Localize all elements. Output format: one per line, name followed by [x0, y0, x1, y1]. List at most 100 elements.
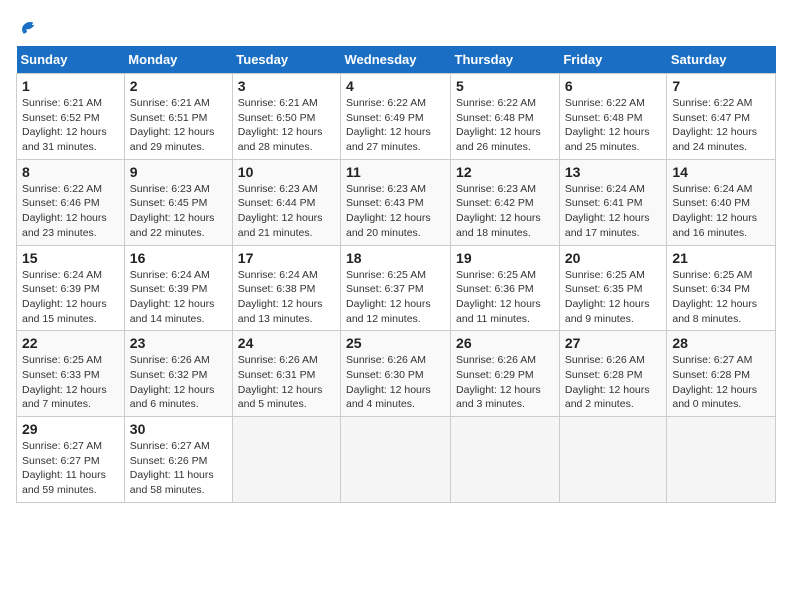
day-detail: Sunrise: 6:26 AM Sunset: 6:30 PM Dayligh…	[346, 353, 445, 412]
day-number: 13	[565, 164, 662, 180]
day-detail: Sunrise: 6:25 AM Sunset: 6:37 PM Dayligh…	[346, 268, 445, 327]
calendar-cell: 17Sunrise: 6:24 AM Sunset: 6:38 PM Dayli…	[232, 245, 340, 331]
day-detail: Sunrise: 6:21 AM Sunset: 6:52 PM Dayligh…	[22, 96, 119, 155]
calendar-cell: 15 Sunrise: 6:24 AM Sunset: 6:39 PM Dayli…	[17, 245, 125, 331]
calendar-cell: 18 Sunrise: 6:25 AM Sunset: 6:37 PM Dayli…	[341, 245, 451, 331]
day-detail: Sunrise: 6:26 AM Sunset: 6:32 PM Dayligh…	[130, 353, 227, 412]
calendar-cell: 1 Sunrise: 6:21 AM Sunset: 6:52 PM Daylig…	[17, 74, 125, 160]
day-detail: Sunrise: 6:22 AM Sunset: 6:46 PM Dayligh…	[22, 182, 119, 241]
day-number: 16	[130, 250, 227, 266]
day-number: 18	[346, 250, 445, 266]
calendar-week-4: 22 Sunrise: 6:25 AM Sunset: 6:33 PM Dayli…	[17, 331, 776, 417]
logo-bird-icon	[18, 16, 40, 38]
day-detail: Sunrise: 6:26 AM Sunset: 6:29 PM Dayligh…	[456, 353, 554, 412]
day-number: 30	[130, 421, 227, 437]
day-detail: Sunrise: 6:23 AM Sunset: 6:45 PM Dayligh…	[130, 182, 227, 241]
calendar-cell	[451, 417, 560, 503]
weekday-header-wednesday: Wednesday	[341, 46, 451, 74]
calendar-cell	[559, 417, 667, 503]
day-number: 5	[456, 78, 554, 94]
day-detail: Sunrise: 6:25 AM Sunset: 6:33 PM Dayligh…	[22, 353, 119, 412]
day-number: 11	[346, 164, 445, 180]
calendar-cell	[232, 417, 340, 503]
header	[16, 16, 776, 34]
weekday-header-sunday: Sunday	[17, 46, 125, 74]
calendar-cell: 28 Sunrise: 6:27 AM Sunset: 6:28 PM Dayli…	[667, 331, 776, 417]
calendar-week-1: 1 Sunrise: 6:21 AM Sunset: 6:52 PM Daylig…	[17, 74, 776, 160]
calendar-cell: 3 Sunrise: 6:21 AM Sunset: 6:50 PM Daylig…	[232, 74, 340, 160]
day-detail: Sunrise: 6:25 AM Sunset: 6:34 PM Dayligh…	[672, 268, 770, 327]
calendar-cell: 24 Sunrise: 6:26 AM Sunset: 6:31 PM Dayli…	[232, 331, 340, 417]
day-detail: Sunrise: 6:21 AM Sunset: 6:50 PM Dayligh…	[238, 96, 335, 155]
day-number: 20	[565, 250, 662, 266]
calendar-cell: 12Sunrise: 6:23 AM Sunset: 6:42 PM Dayli…	[451, 159, 560, 245]
day-detail: Sunrise: 6:24 AM Sunset: 6:40 PM Dayligh…	[672, 182, 770, 241]
day-detail: Sunrise: 6:26 AM Sunset: 6:28 PM Dayligh…	[565, 353, 662, 412]
calendar-cell: 29 Sunrise: 6:27 AM Sunset: 6:27 PM Dayli…	[17, 417, 125, 503]
calendar-body: 1 Sunrise: 6:21 AM Sunset: 6:52 PM Daylig…	[17, 74, 776, 503]
day-detail: Sunrise: 6:24 AM Sunset: 6:39 PM Dayligh…	[22, 268, 119, 327]
day-detail: Sunrise: 6:21 AM Sunset: 6:51 PM Dayligh…	[130, 96, 227, 155]
calendar-cell: 25 Sunrise: 6:26 AM Sunset: 6:30 PM Dayli…	[341, 331, 451, 417]
day-detail: Sunrise: 6:26 AM Sunset: 6:31 PM Dayligh…	[238, 353, 335, 412]
day-number: 17	[238, 250, 335, 266]
calendar-header: SundayMondayTuesdayWednesdayThursdayFrid…	[17, 46, 776, 74]
day-number: 25	[346, 335, 445, 351]
day-number: 29	[22, 421, 119, 437]
day-number: 3	[238, 78, 335, 94]
calendar-cell: 19 Sunrise: 6:25 AM Sunset: 6:36 PM Dayli…	[451, 245, 560, 331]
calendar-week-3: 15 Sunrise: 6:24 AM Sunset: 6:39 PM Dayli…	[17, 245, 776, 331]
calendar-cell: 11 Sunrise: 6:23 AM Sunset: 6:43 PM Dayli…	[341, 159, 451, 245]
day-number: 28	[672, 335, 770, 351]
day-detail: Sunrise: 6:27 AM Sunset: 6:27 PM Dayligh…	[22, 439, 119, 498]
day-number: 22	[22, 335, 119, 351]
day-detail: Sunrise: 6:25 AM Sunset: 6:36 PM Dayligh…	[456, 268, 554, 327]
day-detail: Sunrise: 6:23 AM Sunset: 6:44 PM Dayligh…	[238, 182, 335, 241]
calendar-table: SundayMondayTuesdayWednesdayThursdayFrid…	[16, 46, 776, 503]
day-detail: Sunrise: 6:27 AM Sunset: 6:28 PM Dayligh…	[672, 353, 770, 412]
day-detail: Sunrise: 6:25 AM Sunset: 6:35 PM Dayligh…	[565, 268, 662, 327]
calendar-cell: 30 Sunrise: 6:27 AM Sunset: 6:26 PM Dayli…	[124, 417, 232, 503]
day-number: 2	[130, 78, 227, 94]
calendar-cell: 13 Sunrise: 6:24 AM Sunset: 6:41 PM Dayli…	[559, 159, 667, 245]
calendar-cell: 7 Sunrise: 6:22 AM Sunset: 6:47 PM Daylig…	[667, 74, 776, 160]
day-number: 1	[22, 78, 119, 94]
calendar-cell	[341, 417, 451, 503]
calendar-cell: 23 Sunrise: 6:26 AM Sunset: 6:32 PM Dayli…	[124, 331, 232, 417]
day-number: 4	[346, 78, 445, 94]
day-number: 19	[456, 250, 554, 266]
day-detail: Sunrise: 6:27 AM Sunset: 6:26 PM Dayligh…	[130, 439, 227, 498]
calendar-cell: 26 Sunrise: 6:26 AM Sunset: 6:29 PM Dayli…	[451, 331, 560, 417]
calendar-cell: 22 Sunrise: 6:25 AM Sunset: 6:33 PM Dayli…	[17, 331, 125, 417]
weekday-header-monday: Monday	[124, 46, 232, 74]
day-number: 10	[238, 164, 335, 180]
day-number: 21	[672, 250, 770, 266]
day-number: 27	[565, 335, 662, 351]
calendar-week-5: 29 Sunrise: 6:27 AM Sunset: 6:27 PM Dayli…	[17, 417, 776, 503]
day-detail: Sunrise: 6:22 AM Sunset: 6:47 PM Dayligh…	[672, 96, 770, 155]
calendar-cell: 4Sunrise: 6:22 AM Sunset: 6:49 PM Daylig…	[341, 74, 451, 160]
calendar-cell: 27 Sunrise: 6:26 AM Sunset: 6:28 PM Dayli…	[559, 331, 667, 417]
day-number: 24	[238, 335, 335, 351]
day-number: 26	[456, 335, 554, 351]
day-detail: Sunrise: 6:22 AM Sunset: 6:48 PM Dayligh…	[456, 96, 554, 155]
day-number: 15	[22, 250, 119, 266]
day-detail: Sunrise: 6:22 AM Sunset: 6:48 PM Dayligh…	[565, 96, 662, 155]
day-number: 6	[565, 78, 662, 94]
calendar-cell	[667, 417, 776, 503]
day-number: 14	[672, 164, 770, 180]
calendar-cell: 2 Sunrise: 6:21 AM Sunset: 6:51 PM Daylig…	[124, 74, 232, 160]
calendar-cell: 21 Sunrise: 6:25 AM Sunset: 6:34 PM Dayli…	[667, 245, 776, 331]
day-detail: Sunrise: 6:24 AM Sunset: 6:41 PM Dayligh…	[565, 182, 662, 241]
calendar-cell: 6 Sunrise: 6:22 AM Sunset: 6:48 PM Daylig…	[559, 74, 667, 160]
weekday-header-saturday: Saturday	[667, 46, 776, 74]
day-detail: Sunrise: 6:24 AM Sunset: 6:39 PM Dayligh…	[130, 268, 227, 327]
day-number: 7	[672, 78, 770, 94]
calendar-cell: 14 Sunrise: 6:24 AM Sunset: 6:40 PM Dayli…	[667, 159, 776, 245]
day-detail: Sunrise: 6:23 AM Sunset: 6:43 PM Dayligh…	[346, 182, 445, 241]
day-number: 23	[130, 335, 227, 351]
calendar-cell: 16 Sunrise: 6:24 AM Sunset: 6:39 PM Dayli…	[124, 245, 232, 331]
logo	[16, 16, 40, 34]
calendar-week-2: 8Sunrise: 6:22 AM Sunset: 6:46 PM Daylig…	[17, 159, 776, 245]
day-number: 9	[130, 164, 227, 180]
